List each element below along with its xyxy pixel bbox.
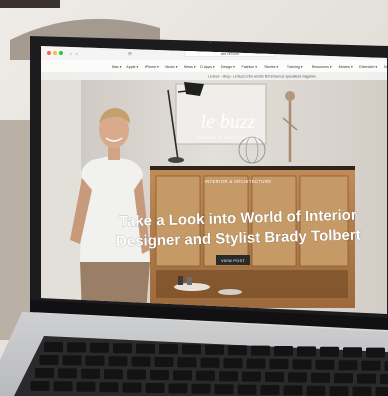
keyboard-key[interactable] <box>315 359 335 370</box>
nav-item-music[interactable]: Music ▾ <box>165 65 177 69</box>
nav-item-training[interactable]: Training ▾ <box>287 65 303 69</box>
site-tagline: DESIGN & PLACES & FASHION <box>197 136 259 140</box>
laptop-photo: ‹ › site-url.com ⟳ ⇪ Mac ▾Apple ▾iPhone … <box>0 0 388 396</box>
keyboard-key[interactable] <box>251 345 270 356</box>
keyboard-key[interactable] <box>104 369 123 380</box>
keyboard-key[interactable] <box>283 385 303 396</box>
keyboard-key[interactable] <box>159 344 178 354</box>
keyboard-key[interactable] <box>269 359 289 369</box>
keyboard-key[interactable] <box>306 385 326 396</box>
keyboard-key[interactable] <box>168 383 188 394</box>
keyboard-key[interactable] <box>329 386 349 396</box>
keyboard-key[interactable] <box>228 345 247 356</box>
background-sign <box>0 0 60 8</box>
keyboard-key[interactable] <box>177 357 197 368</box>
keyboard-key[interactable] <box>246 358 266 369</box>
nav-item-movies[interactable]: Movies ▾ <box>339 65 353 69</box>
keyboard-key[interactable] <box>39 355 59 365</box>
keyboard-key[interactable] <box>154 357 174 367</box>
keyboard-key[interactable] <box>384 361 388 371</box>
keyboard-key[interactable] <box>352 386 372 396</box>
nav-item-d-apps[interactable]: D Apps ▾ <box>200 65 215 69</box>
keyboard-key[interactable] <box>35 368 54 378</box>
site-nav: Mac ▾ Apple ▾ iPhone ▾ Music ▾ News ▾ D Apps … <box>112 65 387 69</box>
keyboard-key[interactable] <box>108 356 128 367</box>
keyboard-key[interactable] <box>223 358 243 369</box>
keyboard-key[interactable] <box>44 342 63 352</box>
maximize-window-icon[interactable] <box>59 51 63 55</box>
window-light <box>41 80 81 310</box>
keyboard-key[interactable] <box>127 369 146 380</box>
keyboard-key[interactable] <box>200 357 220 368</box>
keyboard-key[interactable] <box>357 373 376 384</box>
keyboard-key[interactable] <box>85 355 105 366</box>
keyboard-key[interactable] <box>99 382 119 393</box>
keyboard-key[interactable] <box>343 347 362 358</box>
keyboard-key[interactable] <box>81 368 100 379</box>
keyboard-key[interactable] <box>361 360 381 371</box>
keyboard-key[interactable] <box>131 356 151 367</box>
keyboard-key[interactable] <box>237 384 257 395</box>
keyboard-key[interactable] <box>196 370 215 381</box>
photo-scene: ‹ › site-url.com ⟳ ⇪ Mac ▾Apple ▾iPhone … <box>0 0 388 396</box>
keyboard-key[interactable] <box>191 383 211 394</box>
keyboard-key[interactable] <box>334 373 353 384</box>
keyboard-key[interactable] <box>62 355 82 366</box>
nav-item-stories[interactable]: Stories ▾ <box>264 65 278 69</box>
tab-title: Le Buzz – Blog – Le Buzz is the world's … <box>208 75 316 79</box>
keyboard-key[interactable] <box>113 343 132 354</box>
keyboard-key[interactable] <box>260 385 280 395</box>
webcam <box>208 40 212 44</box>
keyboard-key[interactable] <box>375 387 388 396</box>
keyboard-key[interactable] <box>380 374 388 384</box>
keyboard-key[interactable] <box>145 383 165 393</box>
nav-item-news[interactable]: News ▾ <box>184 65 196 69</box>
keyboard-key[interactable] <box>90 342 109 353</box>
keyboard-key[interactable] <box>320 346 339 357</box>
site-logo[interactable]: le buzz <box>201 111 256 133</box>
nav-item-fashion[interactable]: Fashion ▾ <box>242 65 258 69</box>
nav-item-design[interactable]: Design ▾ <box>221 65 235 69</box>
keyboard-key[interactable] <box>242 371 261 382</box>
keyboard-key[interactable] <box>338 360 358 371</box>
keyboard-key[interactable] <box>53 381 73 392</box>
keyboard-key[interactable] <box>366 347 385 358</box>
view-post-label: VIEW POST <box>221 259 245 263</box>
keyboard-key[interactable] <box>311 372 330 383</box>
keyboard-key[interactable] <box>122 382 142 393</box>
keyboard-key[interactable] <box>76 381 96 392</box>
keyboard-key[interactable] <box>150 370 169 380</box>
keyboard-key[interactable] <box>58 368 77 379</box>
keyboard-key[interactable] <box>30 381 50 391</box>
keyboard-key[interactable] <box>274 346 293 356</box>
keyboard-key[interactable] <box>214 384 234 395</box>
laptop-screen: ‹ › site-url.com ⟳ ⇪ Mac ▾Apple ▾iPhone … <box>41 46 387 314</box>
keyboard-key[interactable] <box>292 359 312 370</box>
keyboard-key[interactable] <box>297 346 316 357</box>
keyboard-key[interactable] <box>67 342 86 353</box>
keyboard-key[interactable] <box>182 344 201 355</box>
nav-item-extended[interactable]: Extended ▾ <box>359 65 377 69</box>
keyboard-key[interactable] <box>288 372 307 383</box>
keyboard-key[interactable] <box>136 343 155 354</box>
keyboard-key[interactable] <box>205 344 224 355</box>
nav-item-iphone[interactable]: iPhone ▾ <box>145 65 159 69</box>
minimize-window-icon[interactable] <box>53 51 57 55</box>
nav-item-mac[interactable]: Mac ▾ <box>112 65 122 69</box>
keyboard-key[interactable] <box>219 371 238 382</box>
keyboard-key[interactable] <box>173 370 192 381</box>
close-window-icon[interactable] <box>47 51 51 55</box>
keyboard-key[interactable] <box>265 372 284 382</box>
nav-item-apple[interactable]: Apple ▾ <box>126 65 138 69</box>
post-category: INTERIOR & ARCHITECTURE <box>205 179 272 184</box>
nav-item-resources[interactable]: Resources ▾ <box>312 65 332 69</box>
